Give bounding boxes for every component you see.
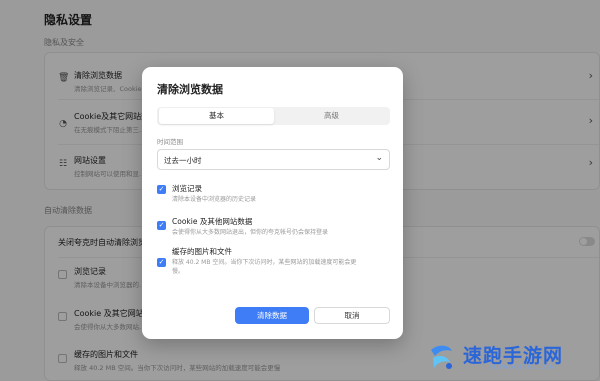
checkbox-cache[interactable]: ✓ xyxy=(157,258,166,267)
checkbox-history[interactable]: ✓ xyxy=(157,185,166,194)
clear-data-dialog: 清除浏览数据 基本 高级 时间范围 过去一小时 ⌄ ✓ 浏览记录 清除本设备中浏… xyxy=(142,67,403,339)
option-cookies[interactable]: ✓ Cookie 及其他网站数据 会使得你从大多数网站退出，但你的夸克帐号仍会保… xyxy=(157,216,390,242)
watermark-subtext: SUPAOQISHI.COM xyxy=(489,364,556,371)
tab-advanced[interactable]: 高级 xyxy=(274,108,389,124)
time-range-value: 过去一小时 xyxy=(164,156,202,165)
option-desc: 会使得你从大多数网站退出，但你的夸克帐号仍会保持登录 xyxy=(172,229,329,236)
option-title: 浏览记录 xyxy=(172,184,202,193)
tab-basic[interactable]: 基本 xyxy=(159,108,274,124)
option-cache[interactable]: ✓ 缓存的图片和文件 释放 40.2 MB 空间。当你下次访问时，某些网站的加载… xyxy=(157,246,390,282)
watermark-logo-icon xyxy=(431,345,452,369)
option-desc: 释放 40.2 MB 空间。当你下次访问时，某些网站的加载速度可能会更 xyxy=(172,259,357,266)
checkmark-icon: ✓ xyxy=(158,221,165,229)
option-title: Cookie 及其他网站数据 xyxy=(172,217,253,226)
time-range-select[interactable]: 过去一小时 ⌄ xyxy=(157,149,390,170)
option-desc: 清除本设备中浏览器的历史记录 xyxy=(172,196,257,203)
option-title: 缓存的图片和文件 xyxy=(172,247,232,256)
option-history[interactable]: ✓ 浏览记录 清除本设备中浏览器的历史记录 xyxy=(157,183,390,209)
watermark: 速跑手游网 SUPAOQISHI.COM xyxy=(415,335,595,377)
checkmark-icon: ✓ xyxy=(158,258,165,266)
clear-data-button[interactable]: 清除数据 xyxy=(235,307,309,324)
chevron-down-icon: ⌄ xyxy=(375,153,383,163)
option-desc-line2: 慢。 xyxy=(172,268,185,275)
checkmark-icon: ✓ xyxy=(158,185,165,193)
dialog-title: 清除浏览数据 xyxy=(157,83,223,96)
time-range-label: 时间范围 xyxy=(157,138,183,146)
cancel-button[interactable]: 取消 xyxy=(314,307,390,324)
tab-bar: 基本 高级 xyxy=(157,107,390,125)
checkbox-cookies[interactable]: ✓ xyxy=(157,221,166,230)
